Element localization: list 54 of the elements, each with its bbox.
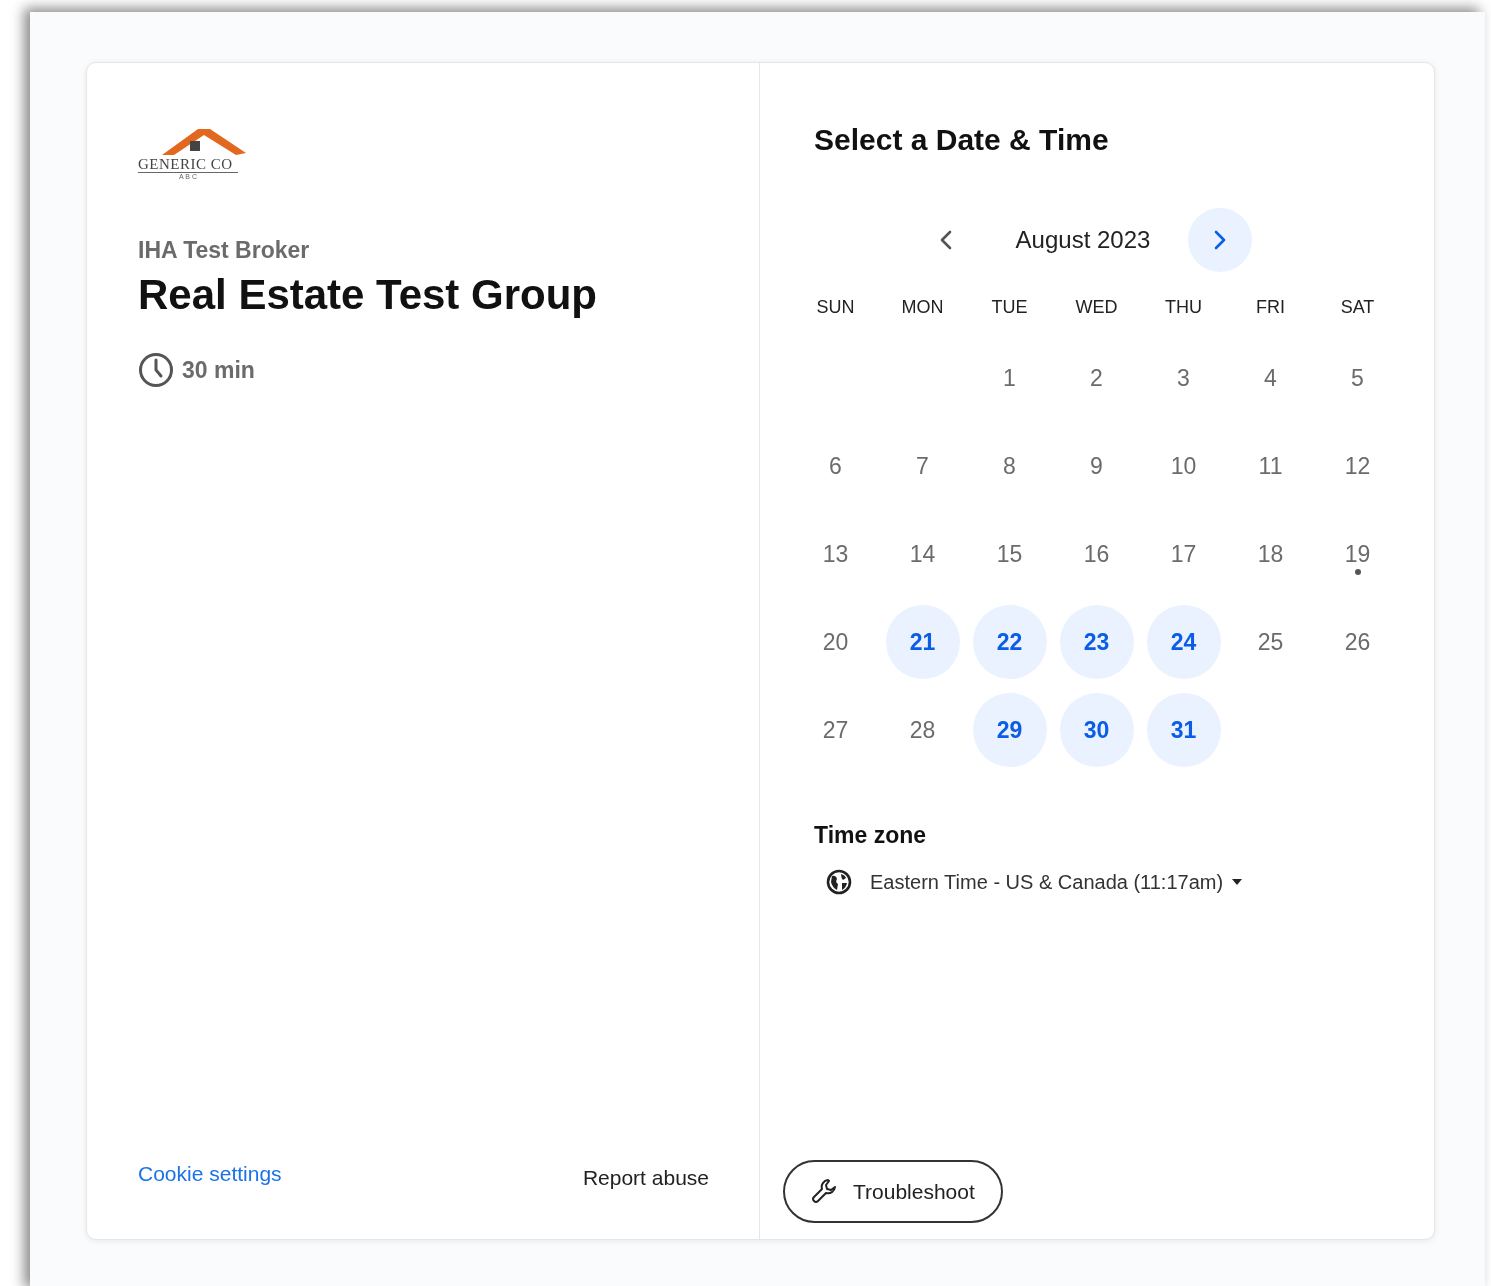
section-heading: Select a Date & Time: [814, 122, 1110, 158]
calendar-day[interactable]: 22: [972, 605, 1047, 679]
calendar-day[interactable]: 31: [1146, 693, 1221, 767]
duration-text: 30 min: [182, 355, 255, 385]
day-number: 20: [821, 627, 850, 657]
day-number: 1: [1002, 363, 1017, 393]
day-number: 13: [821, 539, 850, 569]
organizer-name: IHA Test Broker: [138, 236, 311, 265]
day-number: 2: [1089, 363, 1104, 393]
weekday-label: THU: [1164, 296, 1203, 319]
day-number: 4: [1263, 363, 1278, 393]
day-number: 6: [828, 451, 843, 481]
day-number: 9: [1089, 451, 1104, 481]
weekday-label: SUN: [815, 296, 856, 319]
weekday-label: WED: [1074, 296, 1119, 319]
calendar-day[interactable]: 30: [1059, 693, 1134, 767]
day-number: 16: [1082, 539, 1111, 569]
event-title: Real Estate Test Group: [138, 269, 598, 320]
troubleshoot-button[interactable]: Troubleshoot: [783, 1159, 1003, 1223]
weekday-label: SAT: [1339, 296, 1376, 319]
day-number: 12: [1343, 451, 1372, 481]
day-number: 5: [1350, 363, 1365, 393]
day-number: 7: [915, 451, 930, 481]
report-abuse-link[interactable]: Report abuse: [582, 1161, 709, 1193]
day-number: 28: [908, 715, 937, 745]
day-number: 25: [1256, 627, 1285, 657]
company-name: GENERIC CO: [138, 157, 233, 172]
day-number: 18: [1256, 539, 1285, 569]
globe-icon: [826, 868, 852, 895]
time-zone-dropdown[interactable]: Eastern Time - US & Canada (11:17am): [826, 866, 1434, 897]
day-number: 14: [908, 539, 937, 569]
weekday-label: TUE: [990, 296, 1029, 319]
day-number: 27: [821, 715, 850, 745]
calendar-day[interactable]: 23: [1059, 605, 1134, 679]
calendar-day[interactable]: 29: [972, 693, 1047, 767]
calendar-day[interactable]: 21: [885, 605, 960, 679]
cookie-settings-link[interactable]: Cookie settings: [138, 1157, 282, 1189]
day-number: 8: [1002, 451, 1017, 481]
day-number: 10: [1169, 451, 1198, 481]
wrench-icon: [811, 1177, 839, 1206]
day-number: 17: [1169, 539, 1198, 569]
time-zone-label: Time zone: [814, 821, 928, 850]
month-label: August 2023: [1014, 225, 1152, 255]
day-number: 3: [1176, 363, 1191, 393]
weekday-label: FRI: [1255, 296, 1286, 319]
day-number: 19: [1320, 517, 1395, 591]
day-number: 15: [995, 539, 1024, 569]
weekday-label: MON: [900, 296, 945, 319]
caret-icon: [1231, 877, 1244, 886]
day-number: 26: [1343, 627, 1372, 657]
day-number: 11: [1257, 451, 1284, 481]
calendar-day[interactable]: 24: [1146, 605, 1221, 679]
clock-icon: [138, 351, 174, 388]
house-roof-icon: [160, 127, 248, 157]
